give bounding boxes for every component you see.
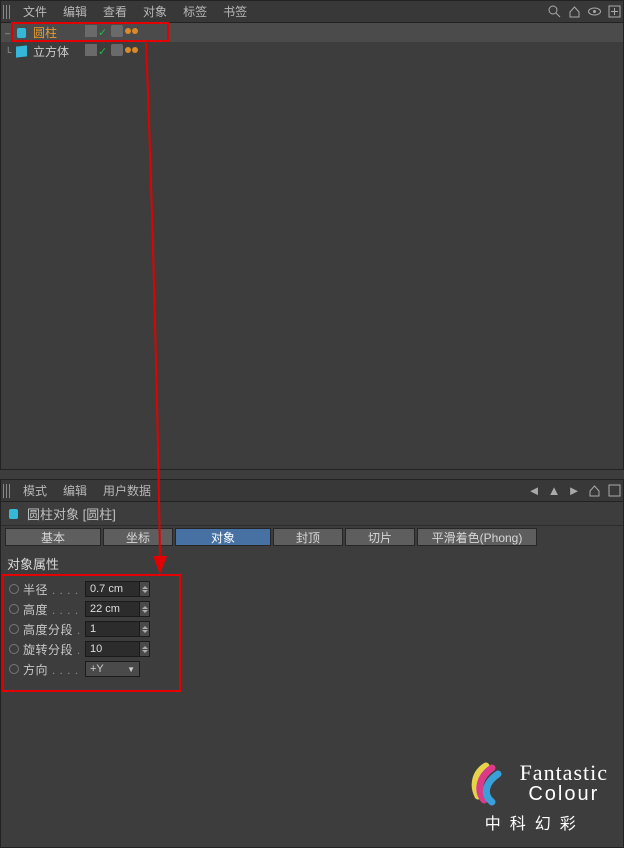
anim-bullet-icon[interactable] <box>9 644 19 654</box>
attribute-tabbar: 基本 坐标 对象 封顶 切片 平滑着色(Phong) <box>1 526 623 548</box>
render-dot-icon[interactable] <box>111 25 123 37</box>
tree-row-cube[interactable]: └ 立方体 <box>1 42 623 61</box>
rseg-input[interactable] <box>85 641 140 657</box>
prop-label: 高度 . . . . <box>23 601 85 618</box>
prop-label: 半径 . . . . <box>23 581 85 598</box>
object-tree: – 圆柱 └ 立方体 <box>1 23 623 61</box>
menu-edit2[interactable]: 编辑 <box>55 482 95 499</box>
menu-userdata[interactable]: 用户数据 <box>95 482 159 499</box>
brand-text-cn: 中科幻彩 <box>462 810 608 834</box>
cube-icon <box>15 45 29 59</box>
tree-row-cylinder[interactable]: – 圆柱 <box>1 23 623 42</box>
spinner-icon[interactable] <box>140 581 150 597</box>
tab-caps[interactable]: 封顶 <box>273 528 343 546</box>
height-input[interactable] <box>85 601 140 617</box>
prop-hseg: 高度分段 . <box>9 619 621 639</box>
prop-label: 旋转分段 . <box>23 641 85 658</box>
render-dot-icon[interactable] <box>111 44 123 56</box>
menu-view[interactable]: 查看 <box>95 3 135 20</box>
visible-check-icon[interactable] <box>98 25 110 37</box>
maximize-icon[interactable] <box>605 482 623 500</box>
hseg-input[interactable] <box>85 621 140 637</box>
home-icon[interactable] <box>585 482 603 500</box>
phong-tag-icon[interactable] <box>124 44 140 56</box>
anim-bullet-icon[interactable] <box>9 584 19 594</box>
brand-logo-icon <box>462 760 510 808</box>
chevron-down-icon: ▼ <box>127 665 135 674</box>
spinner-icon[interactable] <box>140 601 150 617</box>
radius-input[interactable] <box>85 581 140 597</box>
object-manager-menubar: 文件 编辑 查看 对象 标签 书签 <box>1 1 623 23</box>
menu-object[interactable]: 对象 <box>135 3 175 20</box>
phong-tag-icon[interactable] <box>124 25 140 37</box>
prop-rseg: 旋转分段 . <box>9 639 621 659</box>
object-manager-panel: 文件 编辑 查看 对象 标签 书签 – 圆柱 └ 立方体 <box>0 0 624 470</box>
prop-height: 高度 . . . . <box>9 599 621 619</box>
tree-item-label: 圆柱 <box>33 24 57 41</box>
arrow-up-icon[interactable]: ▲ <box>545 482 563 500</box>
brand-text-2: Colour <box>520 783 608 806</box>
section-title: 对象属性 <box>1 548 623 577</box>
orient-dropdown[interactable]: +Y ▼ <box>85 661 140 677</box>
tree-toggle-icon[interactable]: └ <box>5 47 13 57</box>
menu-bookmarks[interactable]: 书签 <box>215 3 255 20</box>
anim-bullet-icon[interactable] <box>9 664 19 674</box>
menu-mode[interactable]: 模式 <box>15 482 55 499</box>
brand-watermark: Fantastic Colour 中科幻彩 <box>462 760 608 834</box>
tab-object[interactable]: 对象 <box>175 528 271 546</box>
object-properties: 半径 . . . . 高度 . . . . 高度分段 . 旋转分段 . 方向 .… <box>1 577 623 679</box>
brand-text-1: Fantastic <box>520 763 608 783</box>
dropdown-value: +Y <box>90 663 104 675</box>
prop-label: 方向 . . . . <box>23 661 85 678</box>
arrow-left-icon[interactable]: ◄ <box>525 482 543 500</box>
tree-row-tags <box>85 25 140 37</box>
prop-label: 高度分段 . <box>23 621 85 638</box>
search-icon[interactable] <box>545 3 563 21</box>
drag-grip-icon[interactable] <box>3 484 11 498</box>
menu-tags[interactable]: 标签 <box>175 3 215 20</box>
cylinder-icon <box>7 507 21 521</box>
layer-tag-icon[interactable] <box>85 25 97 37</box>
home-icon[interactable] <box>565 3 583 21</box>
attribute-header-title: 圆柱对象 [圆柱] <box>27 504 116 523</box>
spinner-icon[interactable] <box>140 621 150 637</box>
spinner-icon[interactable] <box>140 641 150 657</box>
new-icon[interactable] <box>605 3 623 21</box>
tab-phong[interactable]: 平滑着色(Phong) <box>417 528 537 546</box>
drag-grip-icon[interactable] <box>3 5 11 19</box>
prop-orient: 方向 . . . . +Y ▼ <box>9 659 621 679</box>
cylinder-icon <box>15 26 29 40</box>
tree-toggle-icon[interactable]: – <box>5 28 13 38</box>
menu-file[interactable]: 文件 <box>15 3 55 20</box>
layer-tag-icon[interactable] <box>85 44 97 56</box>
tree-row-tags <box>85 44 140 56</box>
prop-radius: 半径 . . . . <box>9 579 621 599</box>
tab-basic[interactable]: 基本 <box>5 528 101 546</box>
tree-item-label: 立方体 <box>33 43 69 60</box>
anim-bullet-icon[interactable] <box>9 624 19 634</box>
tab-slice[interactable]: 切片 <box>345 528 415 546</box>
tab-coord[interactable]: 坐标 <box>103 528 173 546</box>
anim-bullet-icon[interactable] <box>9 604 19 614</box>
eye-icon[interactable] <box>585 3 603 21</box>
visible-check-icon[interactable] <box>98 44 110 56</box>
attribute-header: 圆柱对象 [圆柱] <box>1 502 623 526</box>
arrow-right-icon[interactable]: ► <box>565 482 583 500</box>
menu-edit[interactable]: 编辑 <box>55 3 95 20</box>
attribute-manager-menubar: 模式 编辑 用户数据 ◄ ▲ ► <box>1 480 623 502</box>
